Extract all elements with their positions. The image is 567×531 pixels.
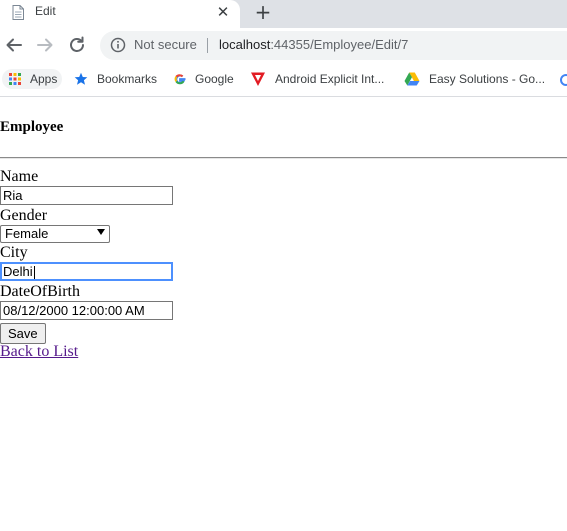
bookmark-label: Easy Solutions - Go... bbox=[429, 72, 546, 86]
back-arrow-icon[interactable] bbox=[3, 34, 25, 56]
address-divider bbox=[207, 38, 208, 53]
security-status[interactable]: Not secure bbox=[134, 37, 197, 52]
city-label: City bbox=[0, 244, 28, 261]
browser-toolbar: Not secure localhost:44355/Employee/Edit… bbox=[0, 28, 567, 65]
close-tab-icon[interactable]: ✕ bbox=[214, 3, 232, 21]
info-icon[interactable] bbox=[110, 37, 126, 53]
page-title: Employee bbox=[0, 119, 64, 135]
star-icon bbox=[74, 72, 88, 85]
google-icon bbox=[174, 74, 186, 85]
active-tab[interactable]: Edit ✕ bbox=[0, 0, 240, 28]
apps-grid-icon bbox=[9, 73, 21, 85]
address-bar[interactable]: Not secure localhost:44355/Employee/Edit… bbox=[100, 31, 567, 60]
city-input[interactable]: Delhi bbox=[0, 262, 173, 281]
url-path: :44355/Employee/Edit/7 bbox=[270, 37, 409, 52]
bookmark-apps[interactable]: Apps bbox=[2, 69, 62, 89]
tab-strip: Edit ✕ + bbox=[0, 0, 567, 28]
forward-arrow-icon[interactable] bbox=[34, 34, 56, 56]
drive-icon bbox=[404, 72, 420, 86]
bookmark-easy-solutions[interactable]: Easy Solutions - Go... bbox=[404, 69, 546, 89]
text-caret bbox=[33, 266, 35, 280]
url-text[interactable]: localhost:44355/Employee/Edit/7 bbox=[219, 37, 408, 52]
bookmark-google[interactable]: Google bbox=[171, 69, 241, 89]
name-input[interactable]: Ria bbox=[0, 186, 173, 205]
bookmark-label: Bookmarks bbox=[97, 72, 158, 86]
bookmark-android-explicit-int[interactable]: Android Explicit Int... bbox=[249, 69, 391, 89]
overflow-bookmark-icon[interactable] bbox=[558, 73, 567, 87]
reload-icon[interactable] bbox=[66, 34, 88, 56]
back-to-list-link[interactable]: Back to List bbox=[0, 343, 78, 361]
new-tab-button[interactable]: + bbox=[252, 2, 274, 24]
tab-title: Edit bbox=[35, 4, 56, 18]
gender-select[interactable]: Female bbox=[0, 225, 110, 243]
bookmark-label: Android Explicit Int... bbox=[275, 72, 385, 86]
dob-label: DateOfBirth bbox=[0, 283, 80, 300]
document-icon bbox=[12, 5, 24, 20]
url-host: localhost bbox=[219, 37, 271, 52]
bookmark-label: Apps bbox=[30, 72, 58, 86]
city-value: Delhi bbox=[3, 264, 33, 279]
bookmark-label: Google bbox=[195, 72, 234, 86]
dob-input[interactable]: 08/12/2000 12:00:00 AM bbox=[0, 301, 173, 320]
bookmark-bookmarks[interactable]: Bookmarks bbox=[72, 69, 162, 89]
bookmarks-bar: Apps Bookmarks Google Android Explicit I… bbox=[0, 65, 567, 97]
save-button[interactable]: Save bbox=[0, 323, 46, 344]
android-icon bbox=[251, 72, 265, 86]
divider bbox=[0, 157, 567, 159]
gender-selected-value: Female bbox=[5, 226, 49, 241]
name-label: Name bbox=[0, 168, 39, 185]
chevron-down-icon bbox=[97, 229, 105, 235]
gender-label: Gender bbox=[0, 207, 48, 224]
